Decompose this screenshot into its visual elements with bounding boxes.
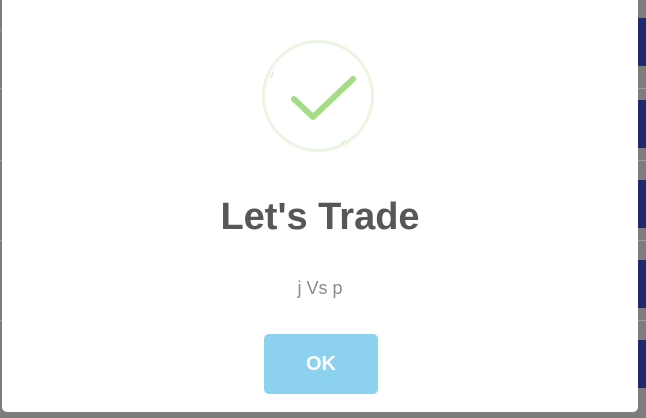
checkmark-icon (270, 71, 356, 145)
dialog-title: Let's Trade (220, 196, 420, 238)
background-tab (638, 260, 646, 308)
dialog-message: j Vs p (297, 278, 343, 298)
background-tab (638, 100, 646, 148)
background-tab (638, 180, 646, 228)
success-checkmark-icon (262, 40, 374, 152)
ok-button[interactable]: OK (264, 334, 378, 394)
background-tab (638, 18, 646, 66)
success-dialog: Let's Trade j Vs p OK (2, 0, 638, 412)
background-tab (638, 340, 646, 388)
